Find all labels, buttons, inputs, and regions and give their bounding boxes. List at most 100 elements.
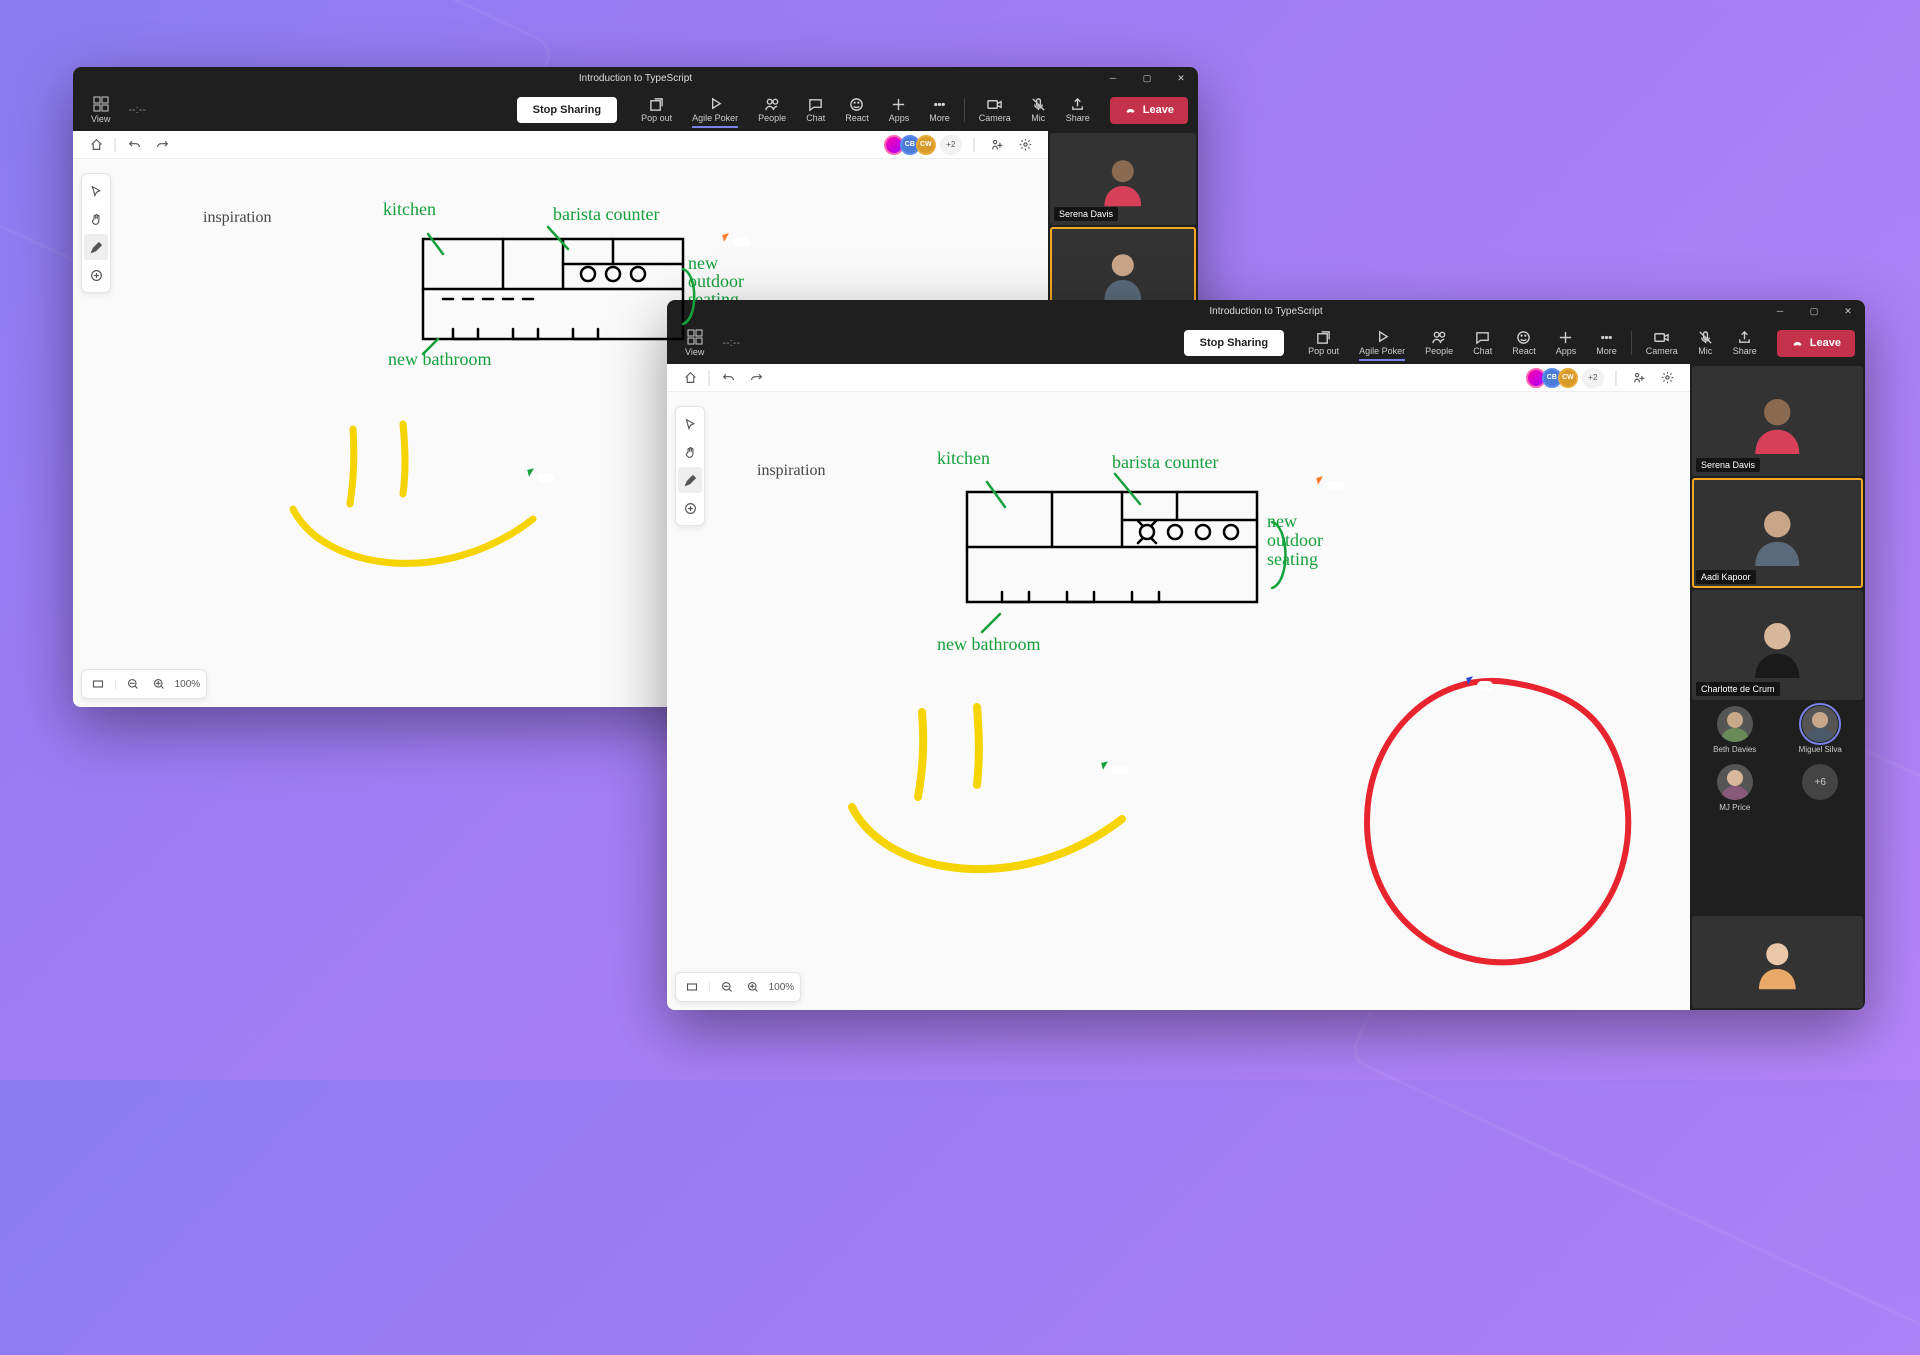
whiteboard-canvas[interactable]: inspiration kitchen barista counter new … bbox=[667, 392, 1690, 1010]
chat-button[interactable]: Chat bbox=[796, 97, 835, 123]
minimize-icon[interactable]: ─ bbox=[1096, 67, 1130, 89]
minimize-icon[interactable]: ─ bbox=[1763, 300, 1797, 322]
presence-avatars[interactable]: CB CW +2 bbox=[1530, 368, 1604, 388]
settings-icon[interactable] bbox=[1014, 134, 1036, 156]
participant-name: Serena Davis bbox=[1696, 458, 1760, 472]
self-video-tile[interactable] bbox=[1692, 916, 1863, 1008]
participant-name: Miguel Silva bbox=[1799, 745, 1842, 754]
add-tool[interactable] bbox=[678, 495, 702, 521]
maximize-icon[interactable]: ▢ bbox=[1797, 300, 1831, 322]
ink-text: inspiration bbox=[203, 209, 271, 227]
popout-button[interactable]: Pop out bbox=[631, 97, 682, 123]
popout-button[interactable]: Pop out bbox=[1298, 330, 1349, 356]
mic-button[interactable]: Mic bbox=[1021, 97, 1056, 123]
video-tile-overflow[interactable]: +6 bbox=[1780, 764, 1862, 812]
zoom-level: 100% bbox=[769, 982, 795, 993]
mic-button[interactable]: Mic bbox=[1688, 330, 1723, 356]
zoom-controls: | 100% bbox=[675, 972, 801, 1002]
camera-button[interactable]: Camera bbox=[969, 97, 1021, 123]
presence-avatars[interactable]: CB CW +2 bbox=[888, 135, 962, 155]
video-tile-small[interactable]: Miguel Silva bbox=[1780, 706, 1862, 754]
meeting-timer: --:-- bbox=[722, 337, 740, 349]
select-tool[interactable] bbox=[84, 178, 108, 204]
window-title: Introduction to TypeScript bbox=[1209, 306, 1322, 317]
meeting-toolbar: View --:-- Stop Sharing Pop out Agile Po… bbox=[73, 89, 1198, 131]
zoom-out-icon[interactable] bbox=[123, 674, 143, 694]
people-button[interactable]: People bbox=[1415, 330, 1463, 356]
view-button[interactable]: View bbox=[83, 96, 118, 124]
meeting-toolbar: View --:-- Stop Sharing Pop out Agile Po… bbox=[667, 322, 1865, 364]
stop-sharing-button[interactable]: Stop Sharing bbox=[517, 97, 617, 123]
leave-button[interactable]: Leave bbox=[1777, 330, 1855, 357]
stop-sharing-button[interactable]: Stop Sharing bbox=[1184, 330, 1284, 356]
participant-name: Charlotte de Crum bbox=[1696, 682, 1780, 696]
zoom-out-icon[interactable] bbox=[717, 977, 737, 997]
hand-tool[interactable] bbox=[678, 439, 702, 465]
remote-cursor bbox=[1467, 677, 1475, 685]
people-button[interactable]: People bbox=[748, 97, 796, 123]
apps-button[interactable]: Apps bbox=[879, 97, 920, 123]
window-title: Introduction to TypeScript bbox=[579, 73, 692, 84]
video-tile[interactable]: Serena Davis bbox=[1050, 133, 1196, 225]
share-whiteboard-icon[interactable] bbox=[986, 134, 1008, 156]
redo-icon[interactable] bbox=[151, 134, 173, 156]
avatar-overflow[interactable]: +2 bbox=[1582, 368, 1604, 388]
home-icon[interactable] bbox=[85, 134, 107, 156]
close-icon[interactable]: ✕ bbox=[1164, 67, 1198, 89]
remote-cursor bbox=[1317, 477, 1325, 485]
fit-icon[interactable] bbox=[88, 674, 108, 694]
apps-button[interactable]: Apps bbox=[1546, 330, 1587, 356]
whiteboard-panel: | CB CW +2 | bbox=[667, 364, 1690, 1010]
hand-tool[interactable] bbox=[84, 206, 108, 232]
share-button[interactable]: Share bbox=[1723, 330, 1767, 356]
maximize-icon[interactable]: ▢ bbox=[1130, 67, 1164, 89]
titlebar: Introduction to TypeScript ─ ▢ ✕ bbox=[667, 300, 1865, 322]
ink-text: inspiration bbox=[757, 462, 825, 480]
remote-cursor bbox=[1102, 762, 1110, 770]
redo-icon[interactable] bbox=[745, 367, 767, 389]
video-tile[interactable]: Aadi Kapoor bbox=[1692, 478, 1863, 588]
titlebar: Introduction to TypeScript ─ ▢ ✕ bbox=[73, 67, 1198, 89]
share-button[interactable]: Share bbox=[1056, 97, 1100, 123]
video-tile-small[interactable]: Beth Davies bbox=[1694, 706, 1776, 754]
react-button[interactable]: React bbox=[1502, 330, 1546, 356]
zoom-level: 100% bbox=[175, 679, 201, 690]
more-button[interactable]: More bbox=[919, 97, 960, 123]
participant-name: Beth Davies bbox=[1713, 745, 1756, 754]
avatar[interactable]: CW bbox=[916, 135, 936, 155]
overflow-count: +6 bbox=[1802, 764, 1838, 800]
fit-icon[interactable] bbox=[682, 977, 702, 997]
react-button[interactable]: React bbox=[835, 97, 879, 123]
settings-icon[interactable] bbox=[1656, 367, 1678, 389]
chat-button[interactable]: Chat bbox=[1463, 330, 1502, 356]
agile-poker-button[interactable]: Agile Poker bbox=[1349, 330, 1415, 356]
camera-button[interactable]: Camera bbox=[1636, 330, 1688, 356]
avatar-overflow[interactable]: +2 bbox=[940, 135, 962, 155]
participant-name: Aadi Kapoor bbox=[1696, 570, 1756, 584]
avatar[interactable]: CW bbox=[1558, 368, 1578, 388]
close-icon[interactable]: ✕ bbox=[1831, 300, 1865, 322]
participant-name: MJ Price bbox=[1719, 803, 1750, 812]
pen-tool[interactable] bbox=[84, 234, 108, 260]
participant-name: Serena Davis bbox=[1054, 207, 1118, 221]
participants-panel: Serena Davis Aadi Kapoor Charlotte de Cr… bbox=[1690, 364, 1865, 1010]
video-tile[interactable]: Charlotte de Crum bbox=[1692, 590, 1863, 700]
remote-cursor bbox=[528, 469, 536, 477]
add-tool[interactable] bbox=[84, 262, 108, 288]
drawing-toolbar bbox=[675, 406, 705, 526]
video-tile-small[interactable]: MJ Price bbox=[1694, 764, 1776, 812]
video-tile[interactable]: Serena Davis bbox=[1692, 366, 1863, 476]
zoom-in-icon[interactable] bbox=[743, 977, 763, 997]
select-tool[interactable] bbox=[678, 411, 702, 437]
zoom-controls: | 100% bbox=[81, 669, 207, 699]
teams-window-2: Introduction to TypeScript ─ ▢ ✕ View --… bbox=[667, 300, 1865, 1010]
zoom-in-icon[interactable] bbox=[149, 674, 169, 694]
leave-button[interactable]: Leave bbox=[1110, 97, 1188, 124]
share-whiteboard-icon[interactable] bbox=[1628, 367, 1650, 389]
agile-poker-button[interactable]: Agile Poker bbox=[682, 97, 748, 123]
remote-cursor bbox=[723, 234, 731, 242]
drawing-toolbar bbox=[81, 173, 111, 293]
more-button[interactable]: More bbox=[1586, 330, 1627, 356]
pen-tool[interactable] bbox=[678, 467, 702, 493]
undo-icon[interactable] bbox=[123, 134, 145, 156]
